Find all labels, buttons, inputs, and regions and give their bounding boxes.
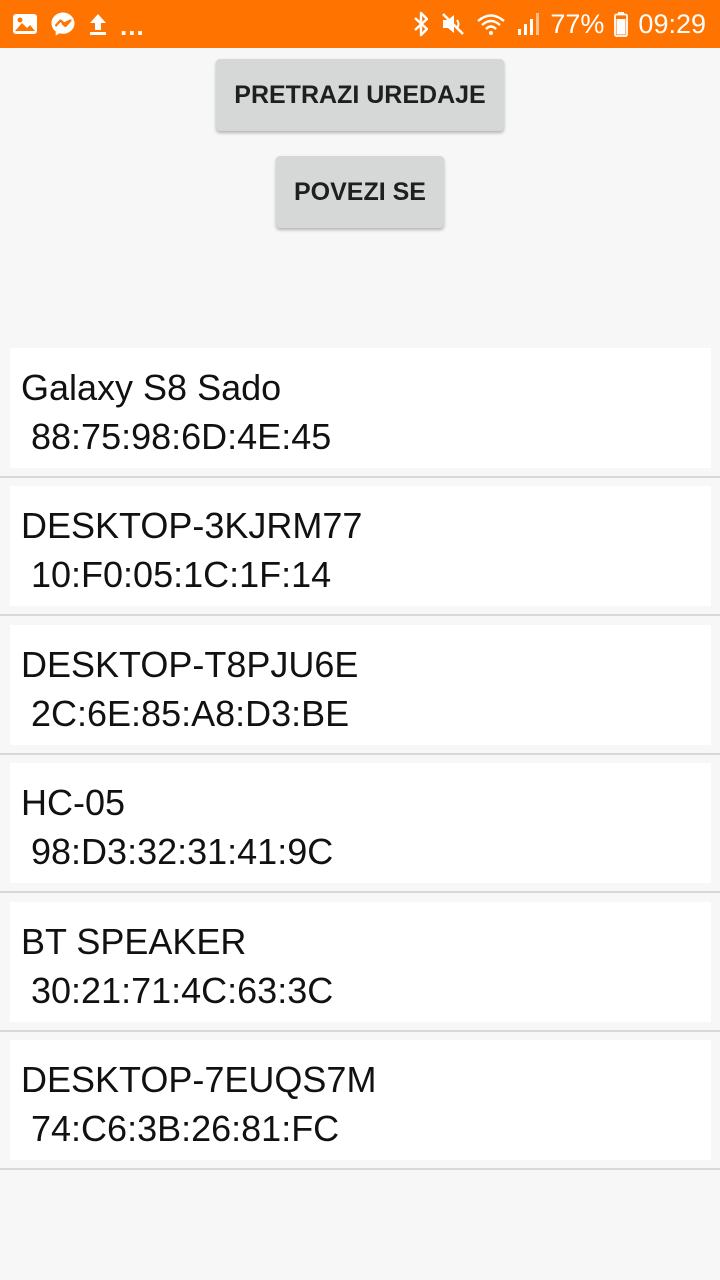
device-card[interactable]: DESKTOP-T8PJU6E 2C:6E:85:A8:D3:BE: [10, 624, 711, 745]
more-notifications-indicator: ...: [120, 10, 145, 41]
bluetooth-icon: [412, 10, 430, 38]
device-name: Galaxy S8 Sado: [21, 367, 282, 408]
device-card[interactable]: DESKTOP-7EUQS7M 74:C6:3B:26:81:FC: [10, 1039, 711, 1160]
list-divider: [0, 1167, 720, 1170]
device-name: HC-05: [21, 782, 126, 824]
search-devices-button[interactable]: PRETRAZI UREDAJE: [216, 59, 504, 131]
device-mac-address: 30:21:71:4C:63:3C: [31, 969, 334, 1011]
device-mac-address: 98:D3:32:31:41:9C: [31, 831, 334, 873]
list-divider: [0, 1029, 720, 1032]
device-card[interactable]: Galaxy S8 Sado 88:75:98:6D:4E:45: [10, 348, 711, 468]
system-icons: 77% 09:29: [412, 0, 706, 48]
status-bar: ... 77% 09:29: [0, 0, 720, 48]
device-mac-address: 10:F0:05:1C:1F:14: [31, 554, 332, 596]
device-card[interactable]: BT SPEAKER 30:21:71:4C:63:3C: [10, 901, 711, 1022]
device-mac-address: 88:75:98:6D:4E:45: [31, 416, 332, 457]
clock: 09:29: [638, 8, 706, 39]
device-mac-address: 74:C6:3B:26:81:FC: [31, 1107, 340, 1149]
signal-icon: [516, 11, 540, 37]
mute-icon: [440, 11, 466, 37]
device-name: BT SPEAKER: [21, 920, 247, 962]
battery-percentage: 77%: [550, 8, 605, 39]
device-list-item[interactable]: DESKTOP-T8PJU6E 2C:6E:85:A8:D3:BE: [0, 624, 720, 762]
device-name: DESKTOP-T8PJU6E: [21, 643, 359, 685]
upload-icon: [88, 12, 108, 36]
device-name: DESKTOP-3KJRM77: [21, 505, 363, 547]
messenger-icon: [50, 11, 76, 37]
device-list-item[interactable]: BT SPEAKER 30:21:71:4C:63:3C: [0, 901, 720, 1039]
list-divider: [0, 614, 720, 617]
device-name: DESKTOP-7EUQS7M: [21, 1058, 377, 1100]
device-list-item[interactable]: DESKTOP-7EUQS7M 74:C6:3B:26:81:FC: [0, 1039, 720, 1177]
device-list-item[interactable]: DESKTOP-3KJRM77 10:F0:05:1C:1F:14: [0, 485, 720, 623]
device-card[interactable]: HC-05 98:D3:32:31:41:9C: [10, 763, 711, 884]
list-divider: [0, 752, 720, 755]
notification-icons: ...: [12, 0, 145, 48]
list-divider: [0, 891, 720, 894]
gallery-icon: [12, 13, 38, 35]
battery-icon: [614, 11, 629, 37]
device-mac-address: 2C:6E:85:A8:D3:BE: [31, 692, 350, 734]
device-list[interactable]: Galaxy S8 Sado 88:75:98:6D:4E:45 DESKTOP…: [0, 347, 720, 1177]
device-list-item[interactable]: Galaxy S8 Sado 88:75:98:6D:4E:45: [0, 347, 720, 485]
list-divider: [0, 476, 720, 478]
connect-button[interactable]: POVEZI SE: [276, 156, 444, 228]
device-list-item[interactable]: HC-05 98:D3:32:31:41:9C: [0, 762, 720, 900]
wifi-icon: [476, 12, 506, 36]
device-card[interactable]: DESKTOP-3KJRM77 10:F0:05:1C:1F:14: [10, 486, 711, 607]
